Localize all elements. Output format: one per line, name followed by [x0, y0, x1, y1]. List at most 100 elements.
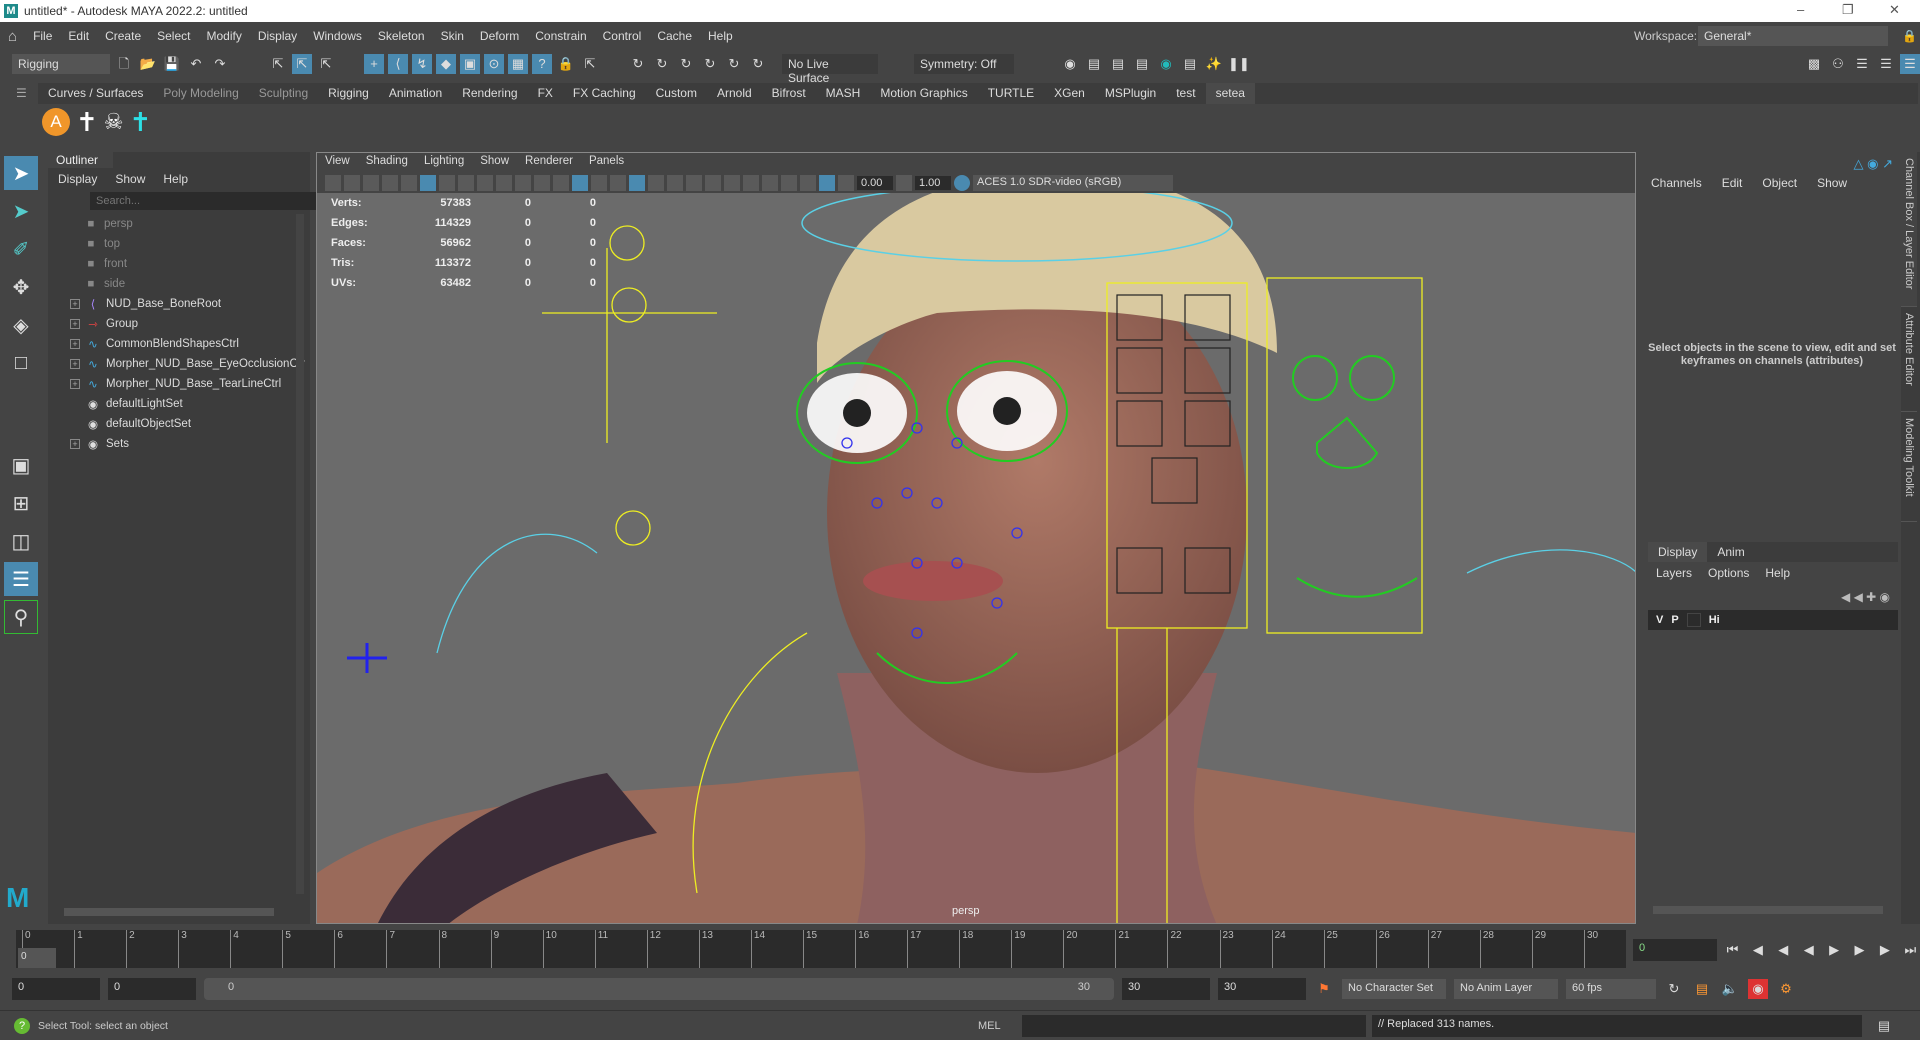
layer-type-toggle[interactable] — [1686, 613, 1701, 627]
maximize-button[interactable]: ❐ — [1842, 2, 1854, 18]
viewport-menu-shading[interactable]: Shading — [366, 155, 408, 171]
smooth-shade-icon[interactable] — [572, 175, 588, 191]
outliner-item-front[interactable]: ■ front — [48, 254, 310, 274]
modeling-toolkit-icon[interactable]: ▩ — [1804, 54, 1824, 74]
preferences-icon[interactable]: ⚙ — [1776, 979, 1796, 999]
field-chart-icon[interactable] — [496, 175, 512, 191]
playback-end-field[interactable]: 30 — [1122, 978, 1210, 1000]
channel-menu-edit[interactable]: Edit — [1722, 176, 1743, 190]
gate-mask-icon[interactable] — [477, 175, 493, 191]
live-surface-field[interactable]: No Live Surface — [782, 54, 878, 85]
menu-skin[interactable]: Skin — [441, 29, 464, 43]
play-backwards-icon[interactable]: ◀ — [1799, 940, 1818, 960]
joint-rig-icon[interactable]: ✝ — [130, 107, 152, 138]
snap-grid-icon[interactable]: + — [364, 54, 384, 74]
loop-icon[interactable]: ↻ — [1664, 979, 1684, 999]
default-material-icon[interactable] — [591, 175, 607, 191]
refresh-icon[interactable]: ↻ — [748, 54, 768, 74]
layer-action-icons[interactable]: ◀ ◀ ✚ ◉ — [1841, 590, 1890, 604]
step-forward-frame-icon[interactable]: ▶ — [1850, 940, 1869, 960]
shadows-icon[interactable] — [667, 175, 683, 191]
image-plane-icon[interactable] — [382, 175, 398, 191]
render-settings-icon[interactable]: ▤ — [1132, 54, 1152, 74]
shelf-tab-xgen[interactable]: XGen — [1044, 83, 1095, 104]
layer-visibility-toggle[interactable]: V — [1656, 614, 1663, 626]
anti-aliasing-icon[interactable] — [724, 175, 740, 191]
motion-blur-icon[interactable] — [705, 175, 721, 191]
shelf-tab-custom[interactable]: Custom — [646, 83, 707, 104]
camera-attributes-icon[interactable] — [344, 175, 360, 191]
channel-menu-show[interactable]: Show — [1817, 176, 1847, 190]
two-view-icon[interactable]: ◫ — [4, 524, 38, 558]
select-object-icon[interactable]: ⇱ — [292, 54, 312, 74]
play-forwards-icon[interactable]: ▶ — [1824, 940, 1843, 960]
redo-icon[interactable]: ↷ — [210, 54, 230, 74]
output-ops-icon[interactable]: ↻ — [676, 54, 696, 74]
auto-key-icon[interactable]: ⚑ — [1314, 979, 1334, 999]
single-view-icon[interactable]: ▣ — [4, 448, 38, 482]
four-view-icon[interactable]: ⊞ — [4, 486, 38, 520]
shelf-tab-fx[interactable]: FX — [528, 83, 563, 104]
expand-icon[interactable]: + — [70, 299, 80, 309]
channel-menu-object[interactable]: Object — [1762, 176, 1797, 190]
viewport-menu-view[interactable]: View — [325, 155, 350, 171]
current-time-indicator[interactable]: 0 — [18, 948, 56, 968]
shelf-tab-rendering[interactable]: Rendering — [452, 83, 527, 104]
color-management-icon[interactable] — [954, 175, 970, 191]
outliner-item-boneroot[interactable]: + ⟨ NUD_Base_BoneRoot — [48, 294, 310, 314]
resolution-gate-icon[interactable] — [458, 175, 474, 191]
ipr-render-icon[interactable]: ▤ — [1108, 54, 1128, 74]
select-component-icon[interactable]: ⇱ — [316, 54, 336, 74]
outliner-item-group[interactable]: + ⇾ Group — [48, 314, 310, 334]
shelf-tab-poly-modeling[interactable]: Poly Modeling — [153, 83, 248, 104]
expand-icon[interactable]: + — [70, 379, 80, 389]
grid-icon[interactable] — [420, 175, 436, 191]
outliner-layout-icon[interactable]: ☰ — [4, 562, 38, 596]
outliner-search-input[interactable] — [90, 192, 328, 210]
snap-help-icon[interactable]: ? — [532, 54, 552, 74]
step-back-key-icon[interactable]: ◀ — [1748, 940, 1767, 960]
close-button[interactable]: ✕ — [1889, 2, 1900, 18]
outliner-item-sets[interactable]: + ◉ Sets — [48, 434, 310, 454]
wireframe-on-shaded-icon[interactable] — [610, 175, 626, 191]
layer-tab-anim[interactable]: Anim — [1707, 542, 1754, 562]
xray-icon[interactable] — [781, 175, 797, 191]
menu-cache[interactable]: Cache — [657, 29, 692, 43]
outliner-item-objectset[interactable]: ◉ defaultObjectSet — [48, 414, 310, 434]
step-forward-key-icon[interactable]: ▶ — [1875, 940, 1894, 960]
shelf-tab-bifrost[interactable]: Bifrost — [762, 83, 816, 104]
viewport-menu-show[interactable]: Show — [480, 155, 509, 171]
go-to-start-icon[interactable]: ⏮ — [1723, 940, 1742, 960]
construction-icon[interactable]: ↻ — [700, 54, 720, 74]
exposure-field[interactable]: 0.00 — [857, 176, 893, 190]
step-back-frame-icon[interactable]: ◀ — [1774, 940, 1793, 960]
layer-tab-display[interactable]: Display — [1648, 542, 1708, 562]
shelf-tab-rigging[interactable]: Rigging — [318, 83, 379, 104]
tab-channel-box-layer-editor[interactable]: Channel Box / Layer Editor — [1901, 152, 1917, 307]
cache-playback-icon[interactable]: ▤ — [1692, 979, 1712, 999]
render-sequence-icon[interactable]: ▤ — [1084, 54, 1104, 74]
shelf-tab-setea[interactable]: setea — [1205, 83, 1255, 104]
open-scene-icon[interactable]: 📂 — [138, 54, 158, 74]
snap-vertex-icon[interactable]: ⊙ — [484, 54, 504, 74]
snap-point-icon[interactable]: ↯ — [412, 54, 432, 74]
layer-menu-options[interactable]: Options — [1708, 566, 1749, 580]
time-slider[interactable]: 0 1 2 3 4 5 6 7 8 9 10 11 12 13 14 15 16 17 18 19 20 21 22 23 24… — [16, 930, 1626, 968]
grease-pencil-icon[interactable] — [401, 175, 417, 191]
new-scene-icon[interactable]: 🗋 — [114, 54, 134, 74]
character-controls-icon[interactable]: ⚇ — [1828, 54, 1848, 74]
safe-title-icon[interactable] — [534, 175, 550, 191]
viewport-menu-renderer[interactable]: Renderer — [525, 155, 573, 171]
layer-menu-help[interactable]: Help — [1765, 566, 1790, 580]
shelf-tab-mash[interactable]: MASH — [816, 83, 871, 104]
expand-icon[interactable]: + — [70, 439, 80, 449]
shelf-tab-animation[interactable]: Animation — [379, 83, 452, 104]
outliner-vertical-scrollbar[interactable] — [296, 214, 304, 894]
snap-surface-icon[interactable]: ▣ — [460, 54, 480, 74]
viewport-persp[interactable]: View Shading Lighting Show Renderer Pane… — [316, 152, 1636, 924]
menu-windows[interactable]: Windows — [313, 29, 362, 43]
xray-joints-icon[interactable] — [800, 175, 816, 191]
range-slider[interactable]: 0 30 — [204, 978, 1114, 1000]
input-ops-icon[interactable]: ↻ — [652, 54, 672, 74]
script-editor-icon[interactable]: ▤ — [1874, 1016, 1894, 1036]
